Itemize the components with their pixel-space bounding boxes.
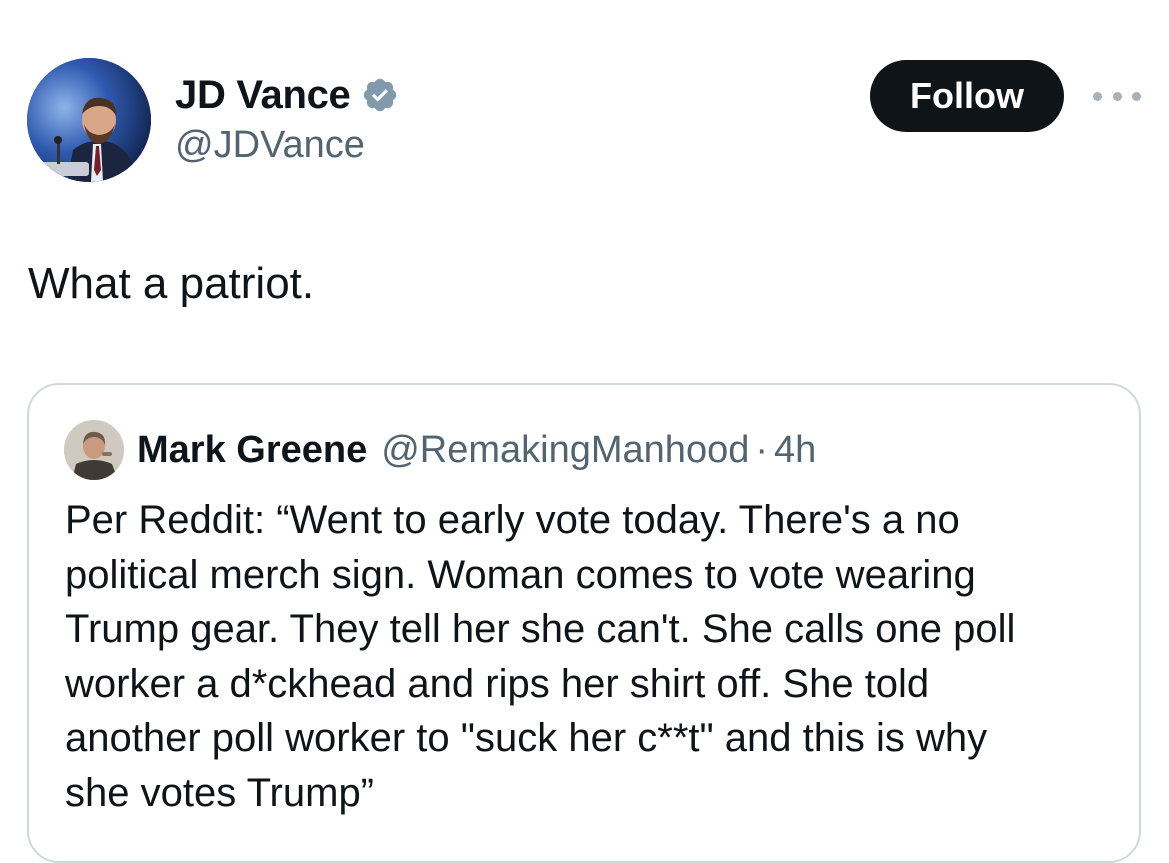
more-dot xyxy=(1132,91,1141,101)
quote-text-line: political merch sign. Woman comes to vot… xyxy=(65,552,976,597)
quote-text-line: worker a d*ckhead and rips her shirt off… xyxy=(65,661,930,706)
quote-text-line: Trump gear. They tell her she can't. She… xyxy=(65,607,1016,651)
author-name[interactable]: JD Vance xyxy=(175,70,351,120)
avatar-photo xyxy=(27,58,151,182)
author-avatar[interactable] xyxy=(27,58,151,182)
quote-author-name[interactable]: Mark Greene xyxy=(137,425,367,475)
follow-button[interactable]: Follow xyxy=(870,60,1064,132)
verified-badge-icon xyxy=(361,76,399,114)
quote-text-line: Per Reddit: “Went to early vote today. T… xyxy=(65,498,960,542)
quote-timestamp[interactable]: 4h xyxy=(774,425,816,475)
tweet-card: JD Vance @JDVance Follow What a patriot. xyxy=(0,0,1169,863)
quote-author-handle[interactable]: @RemakingManhood xyxy=(381,425,749,475)
quote-header: Mark Greene @RemakingManhood · 4h xyxy=(137,425,816,475)
quoted-tweet-card[interactable]: Mark Greene @RemakingManhood · 4h Per Re… xyxy=(27,383,1141,863)
author-name-row: JD Vance xyxy=(175,70,399,120)
quote-text-line: she votes Trump” xyxy=(65,770,375,815)
author-handle[interactable]: @JDVance xyxy=(175,122,365,168)
more-dot xyxy=(1112,91,1122,101)
more-horizontal-icon[interactable] xyxy=(1093,88,1141,104)
quote-separator: · xyxy=(755,429,768,471)
quote-author-avatar[interactable] xyxy=(64,420,124,480)
more-dot xyxy=(1093,91,1102,101)
quote-text: Per Reddit: “Went to early vote today. T… xyxy=(65,493,1125,820)
quote-text-line: another poll worker to "suck her c**t" a… xyxy=(65,716,988,760)
tweet-text: What a patriot. xyxy=(28,259,315,308)
quote-avatar-photo xyxy=(64,420,124,480)
